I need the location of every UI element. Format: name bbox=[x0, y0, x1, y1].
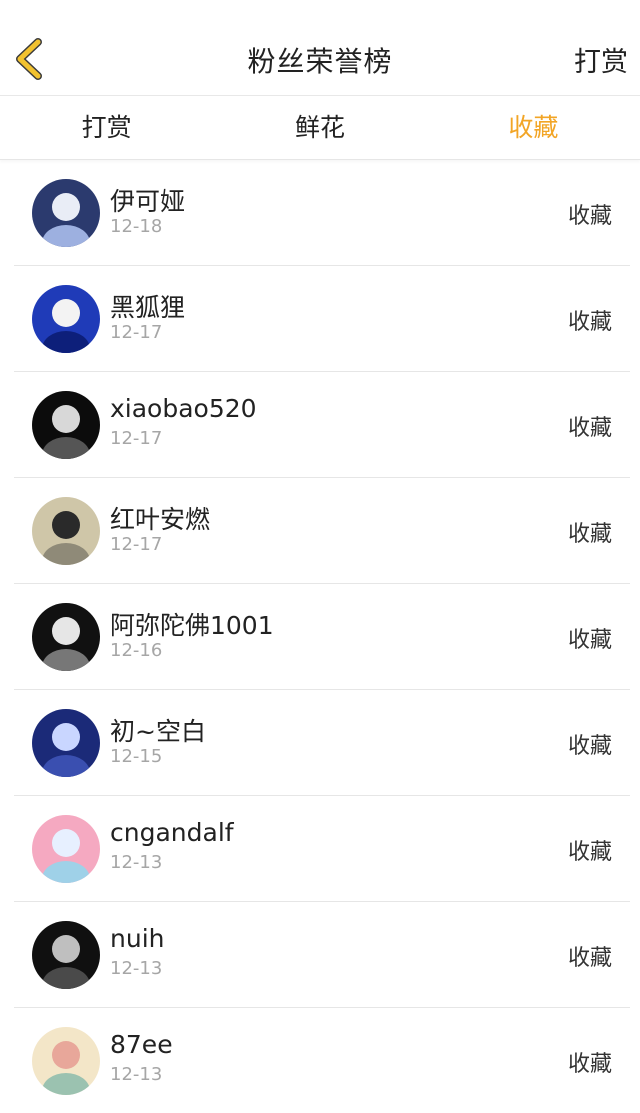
avatar[interactable] bbox=[32, 921, 100, 989]
avatar-image-icon bbox=[32, 285, 100, 353]
fan-list: 伊可娅 12-18 收藏 黑狐狸 12-17 收藏 xiaobao520 12-17 收藏 红叶安… bbox=[0, 160, 640, 1113]
avatar-image-icon bbox=[32, 391, 100, 459]
fan-name: nuih bbox=[110, 924, 165, 953]
avatar-image-icon bbox=[32, 497, 100, 565]
fan-name: 伊可娅 bbox=[110, 187, 186, 216]
tab-flowers[interactable]: 鲜花 bbox=[213, 96, 426, 160]
list-item[interactable]: nuih 12-13 收藏 bbox=[14, 902, 630, 1008]
avatar[interactable] bbox=[32, 391, 100, 459]
fan-name: 黑狐狸 bbox=[110, 293, 186, 322]
avatar-image-icon bbox=[32, 921, 100, 989]
favorite-label[interactable]: 收藏 bbox=[568, 834, 612, 866]
page-title: 粉丝荣誉榜 bbox=[247, 45, 393, 78]
avatar[interactable] bbox=[32, 709, 100, 777]
fan-date: 12-17 bbox=[110, 534, 163, 555]
avatar[interactable] bbox=[32, 1027, 100, 1095]
favorite-label[interactable]: 收藏 bbox=[568, 1046, 612, 1078]
avatar-image-icon bbox=[32, 1027, 100, 1095]
list-item[interactable]: cngandalf 12-13 收藏 bbox=[14, 796, 630, 902]
list-item[interactable]: 伊可娅 12-18 收藏 bbox=[14, 160, 630, 266]
fan-date: 12-16 bbox=[110, 640, 163, 661]
avatar-image-icon bbox=[32, 815, 100, 883]
avatar[interactable] bbox=[32, 285, 100, 353]
avatar[interactable] bbox=[32, 815, 100, 883]
fan-date: 12-13 bbox=[110, 958, 163, 979]
avatar[interactable] bbox=[32, 179, 100, 247]
favorite-label[interactable]: 收藏 bbox=[568, 728, 612, 760]
favorite-label[interactable]: 收藏 bbox=[568, 198, 612, 230]
fan-date: 12-17 bbox=[110, 322, 163, 343]
fan-name: 阿弥陀佛1001 bbox=[110, 611, 274, 640]
fan-name: 87ee bbox=[110, 1030, 173, 1059]
fan-date: 12-18 bbox=[110, 216, 163, 237]
avatar[interactable] bbox=[32, 603, 100, 671]
top-navigation-bar: 粉丝荣誉榜 打赏 bbox=[0, 0, 640, 96]
fan-name: 红叶安燃 bbox=[110, 505, 211, 534]
favorite-label[interactable]: 收藏 bbox=[568, 410, 612, 442]
avatar[interactable] bbox=[32, 497, 100, 565]
favorite-label[interactable]: 收藏 bbox=[568, 516, 612, 548]
favorite-label[interactable]: 收藏 bbox=[568, 940, 612, 972]
tab-bar: 打赏 鲜花 收藏 bbox=[0, 96, 640, 160]
favorite-label[interactable]: 收藏 bbox=[568, 304, 612, 336]
fan-date: 12-15 bbox=[110, 746, 163, 767]
reward-button[interactable]: 打赏 bbox=[574, 40, 628, 79]
list-item[interactable]: 87ee 12-13 收藏 bbox=[14, 1008, 630, 1113]
list-item[interactable]: xiaobao520 12-17 收藏 bbox=[14, 372, 630, 478]
favorite-label[interactable]: 收藏 bbox=[568, 622, 612, 654]
list-item[interactable]: 初~空白 12-15 收藏 bbox=[14, 690, 630, 796]
list-item[interactable]: 黑狐狸 12-17 收藏 bbox=[14, 266, 630, 372]
tab-reward[interactable]: 打赏 bbox=[0, 96, 213, 160]
avatar-image-icon bbox=[32, 179, 100, 247]
fan-date: 12-13 bbox=[110, 852, 163, 873]
fan-date: 12-17 bbox=[110, 428, 163, 449]
fan-name: 初~空白 bbox=[110, 717, 206, 746]
list-item[interactable]: 红叶安燃 12-17 收藏 bbox=[14, 478, 630, 584]
avatar-image-icon bbox=[32, 709, 100, 777]
avatar-image-icon bbox=[32, 603, 100, 671]
fan-name: cngandalf bbox=[110, 818, 234, 847]
list-item[interactable]: 阿弥陀佛1001 12-16 收藏 bbox=[14, 584, 630, 690]
fan-name: xiaobao520 bbox=[110, 394, 257, 423]
tab-favorites[interactable]: 收藏 bbox=[427, 96, 640, 160]
fan-date: 12-13 bbox=[110, 1064, 163, 1085]
